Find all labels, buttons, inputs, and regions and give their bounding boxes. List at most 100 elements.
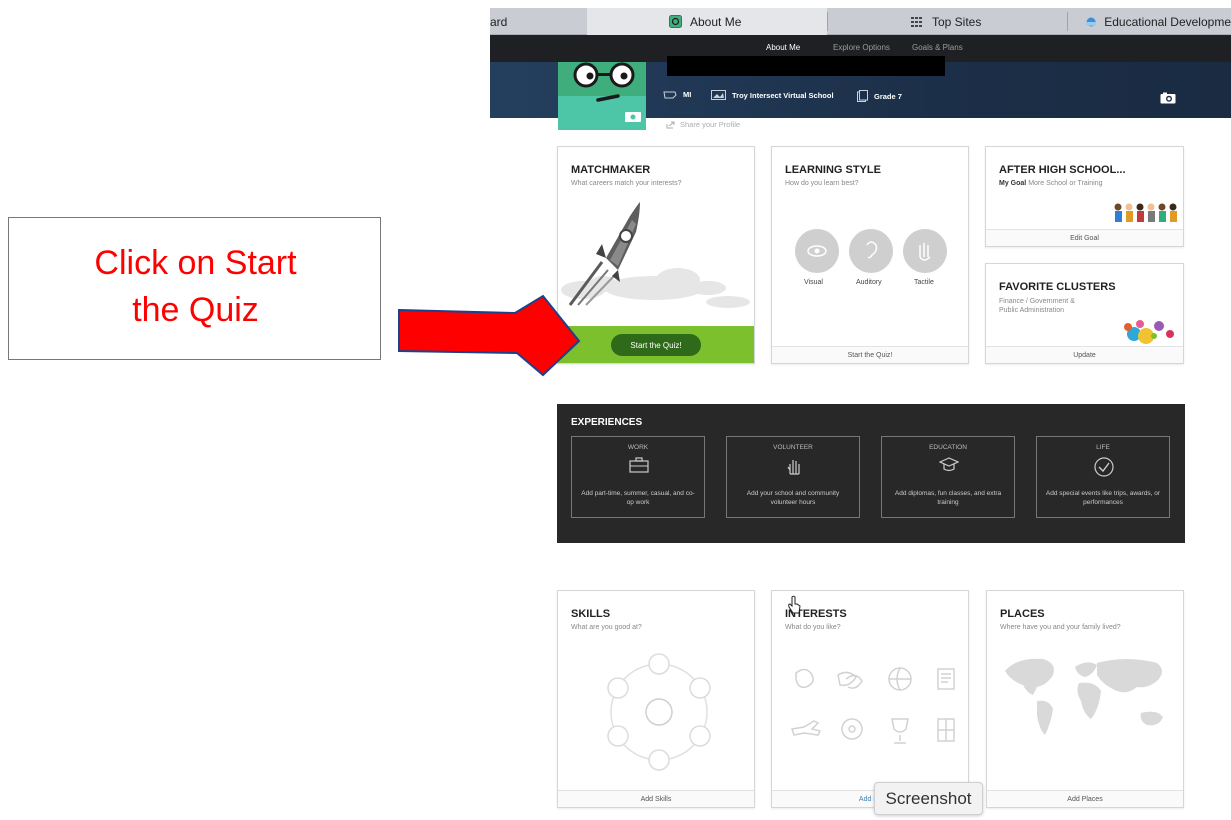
profile-state: MI — [683, 90, 692, 99]
experience-volunteer[interactable]: VOLUNTEER Add your school and community … — [726, 436, 860, 518]
cluster-line-2: Public Administration — [999, 307, 1064, 314]
nav-goals-plans[interactable]: Goals & Plans — [912, 43, 963, 52]
start-the-quiz-button[interactable]: Start the Quiz! — [611, 334, 701, 356]
theater-masks-icon — [837, 671, 863, 689]
places-title: PLACES — [1000, 608, 1045, 620]
after-high-school-title: AFTER HIGH SCHOOL... — [999, 164, 1126, 176]
about-me-tab-icon — [669, 15, 682, 28]
share-profile-link[interactable]: Share your Profile — [666, 120, 740, 129]
cluster-line-1: Finance / Government & — [999, 298, 1075, 305]
tab-label: Educational Developme — [1104, 14, 1231, 29]
learning-style-title: LEARNING STYLE — [785, 164, 881, 176]
experiences-panel: EXPERIENCES WORK Add part-time, summer, … — [557, 404, 1185, 543]
learning-option-auditory[interactable]: Auditory — [856, 279, 882, 286]
airplane-icon — [791, 720, 822, 736]
learning-style-icons — [795, 229, 947, 273]
palette-icon — [795, 668, 814, 689]
grid-icon — [911, 16, 922, 27]
profile-grade: Grade 7 — [857, 90, 902, 102]
share-profile-label: Share your Profile — [680, 120, 741, 129]
learning-option-tactile[interactable]: Tactile — [914, 279, 934, 286]
browser-tab-bar: ard About Me Top Sites Educational Devel… — [490, 8, 1231, 35]
matchmaker-card: MATCHMAKER What careers match your inter… — [557, 146, 755, 364]
experiences-title: EXPERIENCES — [571, 417, 643, 428]
skills-subtitle: What are you good at? — [571, 624, 642, 631]
camera-icon[interactable] — [1160, 92, 1176, 104]
redacted-name — [667, 56, 945, 76]
people-illustration — [1114, 203, 1177, 222]
edit-goal-button[interactable]: Edit Goal — [986, 229, 1183, 246]
learning-option-visual[interactable]: Visual — [804, 279, 823, 286]
experience-work[interactable]: WORK Add part-time, summer, casual, and … — [571, 436, 705, 518]
tab-label: About Me — [690, 14, 742, 29]
browser-tab-dashboard[interactable]: ard — [490, 8, 587, 35]
world-map-illustration — [1005, 658, 1163, 735]
favorite-clusters-card: FAVORITE CLUSTERS Finance / Government &… — [985, 263, 1184, 364]
profile-location: MI — [663, 90, 691, 99]
interests-subtitle: What do you like? — [785, 624, 841, 631]
update-clusters-button[interactable]: Update — [986, 346, 1183, 363]
skills-wheel-illustration — [607, 653, 711, 771]
experience-desc: Add your school and community volunteer … — [746, 490, 840, 506]
share-icon — [666, 121, 675, 128]
school-photo-icon — [711, 90, 726, 100]
rocket-illustration — [561, 202, 750, 308]
learning-style-card: LEARNING STYLE How do you learn best? Vi… — [771, 146, 969, 364]
browser-tab-top-sites[interactable]: Top Sites — [827, 8, 1067, 35]
skills-title: SKILLS — [571, 608, 611, 620]
experience-education[interactable]: EDUCATION Add diplomas, fun classes, and… — [881, 436, 1015, 518]
map-outline-icon — [663, 91, 677, 98]
graduation-cap-icon — [939, 457, 959, 472]
browser-tab-educational-development[interactable]: Educational Developme — [1067, 8, 1231, 35]
goal-value: More School or Training — [1028, 180, 1103, 187]
briefcase-icon — [629, 457, 649, 473]
experience-desc: Add part-time, summer, casual, and co-op… — [581, 490, 695, 506]
cluster-bubbles — [1124, 320, 1174, 344]
goal-label: My Goal — [999, 180, 1027, 187]
annotation-text: Click on Start the Quiz — [9, 240, 382, 334]
experience-label: EDUCATION — [929, 444, 967, 451]
add-places-button[interactable]: Add Places — [987, 790, 1183, 807]
annotation-line-1: Click on Start — [94, 244, 297, 282]
red-arrow-icon — [398, 294, 581, 377]
experience-desc: Add special events like trips, awards, o… — [1045, 490, 1161, 506]
profile-school-name: Troy Intersect Virtual School — [732, 90, 834, 100]
profile-grade-value: Grade 7 — [874, 91, 902, 101]
matchmaker-title: MATCHMAKER — [571, 164, 651, 176]
experience-label: LIFE — [1096, 444, 1110, 451]
skills-card: SKILLS What are you good at? Add Skills — [557, 590, 755, 808]
nav-explore-options[interactable]: Explore Options — [833, 43, 890, 52]
newspaper-icon — [937, 668, 955, 690]
places-subtitle: Where have you and your family lived? — [1000, 624, 1121, 631]
tab-label: ard — [490, 14, 508, 29]
experience-life[interactable]: LIFE Add special events like trips, awar… — [1036, 436, 1170, 518]
tab-label: Top Sites — [932, 14, 982, 29]
cloud-icon — [1085, 17, 1097, 26]
experience-label: VOLUNTEER — [773, 444, 813, 451]
matchmaker-subtitle: What careers match your interests? — [571, 180, 682, 187]
film-reel-icon — [841, 718, 863, 740]
hand-cursor-icon — [788, 595, 801, 614]
browser-tab-about-me[interactable]: About Me — [587, 8, 827, 35]
after-high-school-card: AFTER HIGH SCHOOL... My Goal More School… — [985, 146, 1184, 247]
trophy-icon — [891, 718, 909, 744]
nav-about-me[interactable]: About Me — [766, 43, 800, 52]
checkmark-icon — [1094, 457, 1114, 477]
add-skills-button[interactable]: Add Skills — [558, 790, 754, 807]
learning-style-start-quiz[interactable]: Start the Quiz! — [772, 346, 968, 363]
ear-icon — [849, 229, 893, 273]
favorite-clusters-title: FAVORITE CLUSTERS — [999, 281, 1116, 293]
annotation-line-2: the Quiz — [132, 291, 259, 329]
screenshot-tooltip: Screenshot — [874, 782, 983, 815]
interests-icon-grid — [791, 667, 955, 744]
hand-icon — [787, 460, 800, 475]
avatar[interactable] — [558, 62, 646, 130]
experience-desc: Add diplomas, fun classes, and extra tra… — [894, 490, 1002, 506]
interests-card: INTERESTS What do you like? Add Int — [771, 590, 969, 808]
goal-line: My Goal More School or Training — [999, 180, 1103, 187]
annotation-callout: Click on Start the Quiz — [8, 217, 381, 360]
profile-school: Troy Intersect Virtual School — [711, 90, 834, 100]
hand-touch-icon — [903, 229, 947, 273]
places-card: PLACES Where have you and your family li… — [986, 590, 1184, 808]
avatar-face-icon — [558, 62, 646, 130]
